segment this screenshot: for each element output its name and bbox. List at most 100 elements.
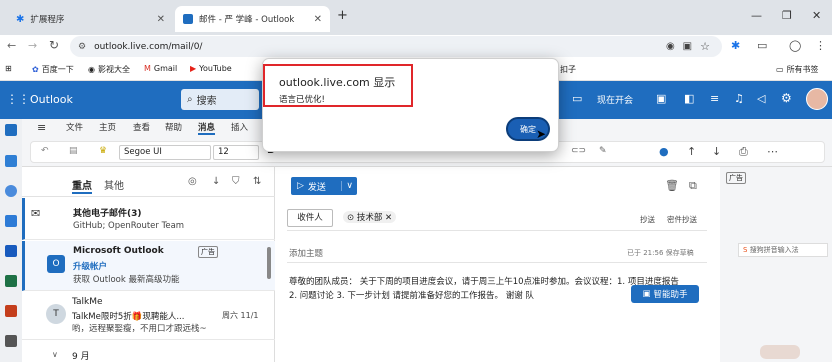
tab-outlook[interactable]: 邮件 - 严 学峰 - Outlook ✕ xyxy=(175,6,330,32)
font-size-select[interactable]: 12 xyxy=(213,145,259,160)
popout-icon[interactable]: ⧉ xyxy=(689,179,697,193)
hamburger-icon[interactable]: ≡ xyxy=(37,121,46,134)
megaphone-icon[interactable]: ◁ xyxy=(757,92,765,105)
powerpoint-icon[interactable] xyxy=(5,305,17,317)
select-icon[interactable]: ◎ xyxy=(188,176,197,187)
to-row: 收件人 ⊙ 技术部 ✕ 抄送 密件抄送 xyxy=(287,207,707,231)
dialog-title: outlook.live.com 显示 xyxy=(279,76,396,89)
sort-icon[interactable]: ⇅ xyxy=(253,176,261,187)
arrow-up-icon[interactable]: ↑ xyxy=(687,145,696,158)
eye-icon[interactable]: ◉ xyxy=(666,41,675,52)
remove-recipient-icon[interactable]: ✕ xyxy=(385,213,392,223)
list-item[interactable]: T TalkMe TalkMe限时5折🎁现聘能人... 周六 11/1 哟，远程… xyxy=(22,292,275,340)
site-info-icon[interactable]: ⚙ xyxy=(78,42,86,52)
search-box[interactable]: ⌕ 搜索 xyxy=(181,89,259,110)
bcc-button[interactable]: 密件抄送 xyxy=(667,214,697,225)
format-painter-icon[interactable]: ♛ xyxy=(99,146,107,156)
calendar-icon[interactable] xyxy=(5,155,17,167)
subject: 升级帐户 xyxy=(73,262,108,272)
todo-icon[interactable] xyxy=(5,215,17,227)
to-button[interactable]: 收件人 xyxy=(287,209,333,227)
cc-button[interactable]: 抄送 xyxy=(640,214,655,225)
back-icon[interactable]: ← xyxy=(7,39,16,52)
tab-view[interactable]: 查看 xyxy=(133,121,150,133)
message-body[interactable]: 尊敬的团队成员： 关于下周的项目进度会议，请于周三上午10点准时参加。会议议程：… xyxy=(289,275,689,303)
video-icon[interactable]: ▭ xyxy=(572,92,582,105)
scrollbar[interactable] xyxy=(267,247,271,279)
tab-file[interactable]: 文件 xyxy=(66,121,83,133)
tab-insert[interactable]: 插入 xyxy=(231,121,248,133)
dictate-icon[interactable]: ● xyxy=(659,145,669,158)
signature-icon[interactable]: ✎ xyxy=(599,146,607,156)
all-bookmarks[interactable]: ▭ 所有书签 xyxy=(776,64,819,75)
arrow-down-icon[interactable]: ↓ xyxy=(712,145,721,158)
whiteboard-icon[interactable]: ◧ xyxy=(684,92,694,105)
forward-icon[interactable]: → xyxy=(28,39,37,52)
bookmark-gmail[interactable]: M Gmail xyxy=(144,64,177,73)
meet-now-button[interactable]: 现在开会 xyxy=(597,93,633,106)
settings-icon[interactable]: ⚙ xyxy=(781,91,792,105)
sort-down-icon[interactable]: ↓ xyxy=(212,176,220,187)
new-tab-icon[interactable]: + xyxy=(337,8,348,23)
bookmark-video[interactable]: ◉ 影视大全 xyxy=(88,64,130,75)
send-button[interactable]: ▷ 发送 ∨ xyxy=(291,177,357,195)
reload-icon[interactable]: ↻ xyxy=(49,38,59,52)
font-size-value: 12 xyxy=(218,147,229,157)
maximize-icon[interactable]: ❐ xyxy=(782,9,792,22)
link-icon[interactable]: ⊂⊃ xyxy=(571,146,586,156)
mail-icon[interactable] xyxy=(5,124,17,136)
bookmark-label: Gmail xyxy=(153,64,178,73)
avatar[interactable] xyxy=(806,88,828,110)
minimize-icon[interactable]: — xyxy=(751,9,762,22)
assistant-button[interactable]: ▣ 智能助手 xyxy=(631,285,699,303)
send-icon: ▷ xyxy=(297,181,304,191)
more-icon[interactable]: ⋯ xyxy=(767,145,778,158)
bookmark-label: 扣子 xyxy=(560,65,576,74)
list-item[interactable]: ✉ 其他电子邮件(3) GitHub; OpenRouter Team xyxy=(22,198,275,240)
close-window-icon[interactable]: ✕ xyxy=(812,9,821,22)
more-apps-icon[interactable] xyxy=(5,335,17,347)
close-tab-icon[interactable]: ✕ xyxy=(314,14,322,25)
url-text: outlook.live.com/mail/0/ xyxy=(94,41,203,52)
install-icon[interactable]: ▣ xyxy=(683,41,692,52)
bookmark-youtube[interactable]: ▶ YouTube xyxy=(190,64,232,73)
apps-grid-icon[interactable]: ⊞ xyxy=(5,64,12,73)
app-title: Outlook xyxy=(30,93,73,106)
tab-home[interactable]: 主页 xyxy=(99,121,116,133)
teams-icon[interactable]: ▣ xyxy=(656,92,666,105)
extension-icon[interactable]: ✱ xyxy=(731,39,740,52)
app-launcher-icon[interactable]: ⋮⋮ xyxy=(6,92,30,106)
notes-icon[interactable]: ≡ xyxy=(710,92,719,105)
delete-icon[interactable]: 🗑 xyxy=(665,179,679,192)
url-bar[interactable]: ⚙ outlook.live.com/mail/0/ ◉ ▣ ☆ xyxy=(70,36,722,57)
ime-bar[interactable]: S 搜狗拼音输入法 xyxy=(738,243,828,257)
tab-other[interactable]: 其他 xyxy=(104,177,124,192)
people-icon[interactable] xyxy=(5,185,17,197)
tab-message[interactable]: 消息 xyxy=(198,121,216,135)
excel-icon[interactable] xyxy=(5,275,17,287)
close-tab-icon[interactable]: ✕ xyxy=(157,14,165,25)
bell-icon[interactable]: ♫ xyxy=(734,92,744,105)
undo-icon[interactable]: ↶ xyxy=(41,146,49,156)
print-icon[interactable]: ⎙ xyxy=(739,145,748,159)
outlook-icon xyxy=(183,14,193,24)
bookmark-baidu[interactable]: ✿ 百度一下 xyxy=(32,64,74,75)
tab-focused[interactable]: 重点 xyxy=(72,177,92,194)
menu-icon[interactable]: ⋮ xyxy=(815,39,826,52)
sidepanel-icon[interactable]: ▭ xyxy=(757,39,767,52)
profile-icon[interactable]: ◯ xyxy=(789,39,801,52)
word-icon[interactable] xyxy=(5,245,17,257)
subject-row[interactable]: 添加主题 已于 21:56 保存草稿 xyxy=(287,241,707,263)
clipboard-icon[interactable]: ▤ xyxy=(69,146,78,156)
font-select[interactable]: Segoe UI xyxy=(119,145,211,160)
tab-extensions[interactable]: ✱ 扩展程序 ✕ xyxy=(8,6,173,32)
bookmark-kouzi[interactable]: 扣子 xyxy=(560,64,576,75)
chevron-down-icon[interactable]: ∨ xyxy=(52,350,58,359)
subject: TalkMe限时5折🎁现聘能人... xyxy=(72,312,185,322)
recipient-chip[interactable]: ⊙ 技术部 ✕ xyxy=(343,211,397,223)
list-item[interactable]: O Microsoft Outlook 广告 升级帐户 获取 Outlook 最… xyxy=(22,241,275,291)
chevron-down-icon[interactable]: ∨ xyxy=(341,181,357,191)
star-icon[interactable]: ☆ xyxy=(700,40,710,53)
tab-help[interactable]: 帮助 xyxy=(165,121,182,133)
filter-icon[interactable]: ⛉ xyxy=(232,176,240,187)
